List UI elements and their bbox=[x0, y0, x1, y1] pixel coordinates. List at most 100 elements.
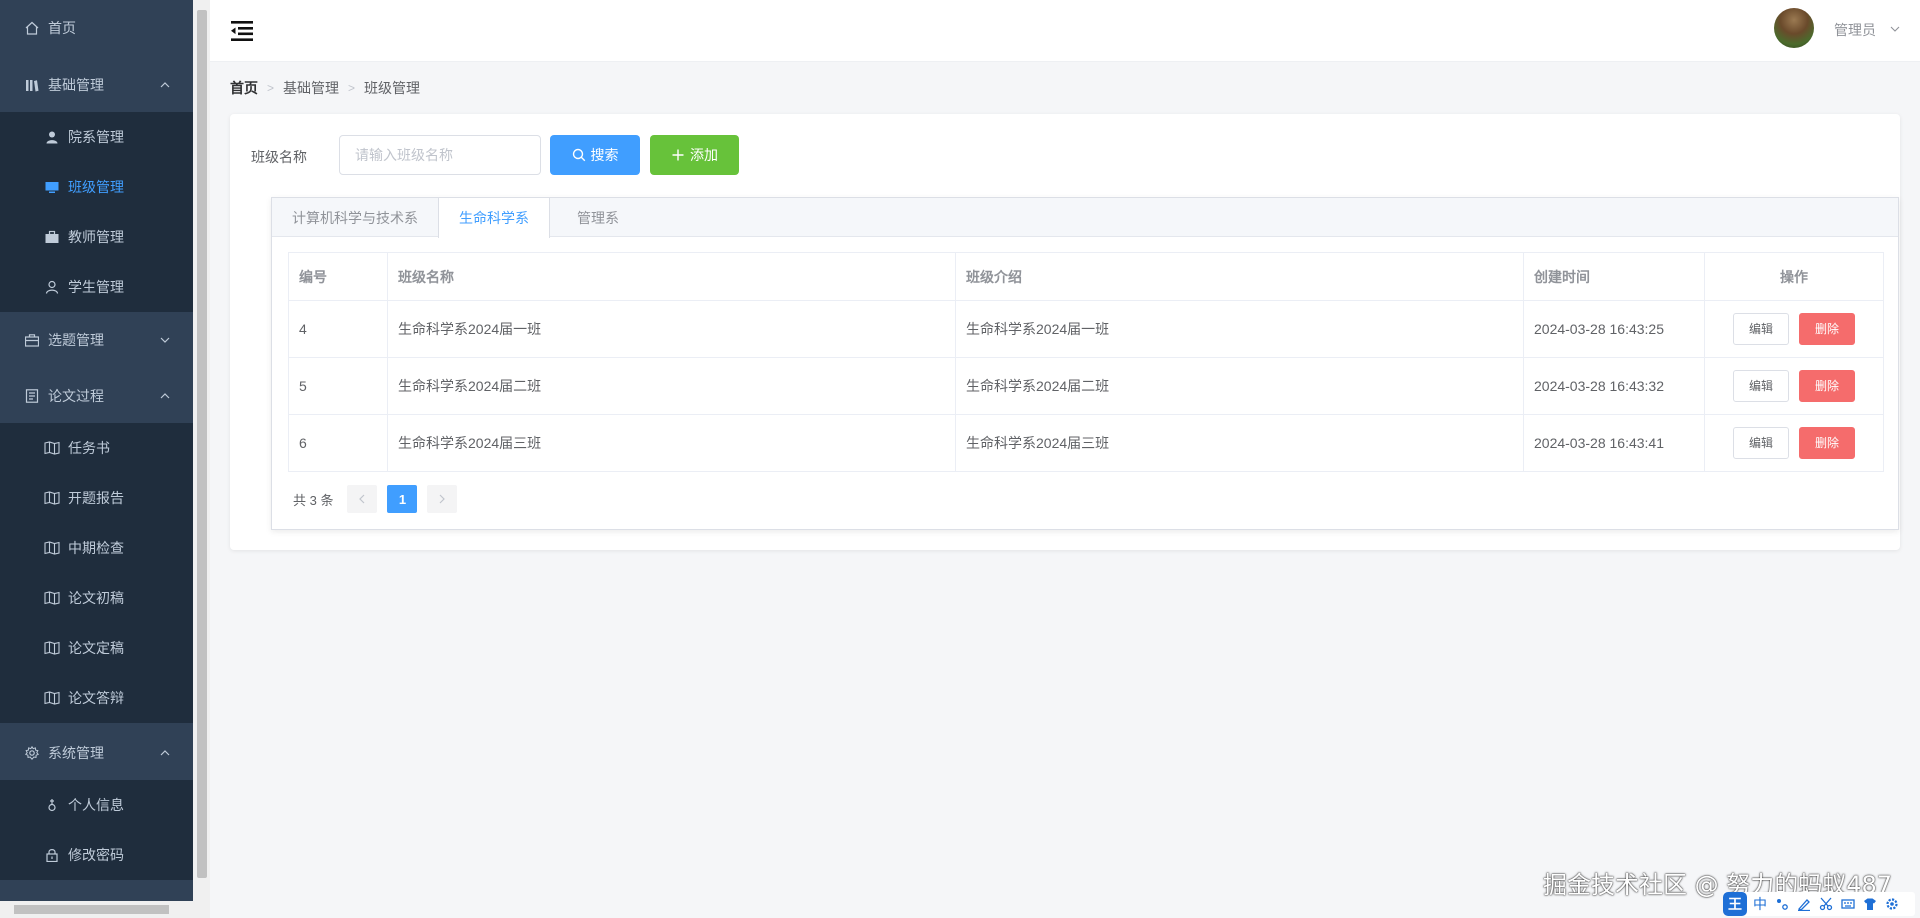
sidebar-item-student[interactable]: 学生管理 bbox=[0, 262, 193, 312]
sidebar-item-label: 系统管理 bbox=[48, 745, 104, 761]
table-row: 4 生命科学系2024届一班 生命科学系2024届一班 2024-03-28 1… bbox=[288, 300, 1884, 358]
ime-skin-icon[interactable] bbox=[1861, 895, 1879, 913]
book-icon bbox=[44, 690, 60, 706]
breadcrumb-item-class: 班级管理 bbox=[364, 80, 421, 96]
menu-fold-icon[interactable] bbox=[229, 19, 255, 43]
search-button[interactable]: 搜索 bbox=[550, 135, 640, 175]
chevron-right-icon bbox=[440, 494, 446, 504]
cell-intro: 生命科学系2024届三班 bbox=[955, 414, 1524, 472]
main-area: 管理员 首页 > 基础管理 > 班级管理 班级名称 搜索 添加 计算机科学与技术… bbox=[210, 0, 1920, 918]
chevron-up-icon bbox=[160, 750, 170, 756]
sidebar-group-basic[interactable]: 基础管理 bbox=[0, 60, 193, 110]
sidebar-item-department[interactable]: 院系管理 bbox=[0, 112, 193, 162]
cell-created: 2024-03-28 16:43:41 bbox=[1523, 414, 1705, 472]
delete-button[interactable]: 删除 bbox=[1799, 370, 1855, 402]
breadcrumb-item-basic: 基础管理 bbox=[283, 80, 340, 96]
chevron-down-icon[interactable] bbox=[1890, 24, 1900, 34]
delete-button[interactable]: 删除 bbox=[1799, 427, 1855, 459]
book-icon bbox=[44, 590, 60, 606]
sidebar-item-label: 首页 bbox=[48, 20, 76, 36]
sidebar-group-system[interactable]: 系统管理 bbox=[0, 728, 193, 778]
sidebar-item-label: 论文初稿 bbox=[68, 590, 124, 606]
edit-button[interactable]: 编辑 bbox=[1733, 427, 1789, 459]
breadcrumb-item-home[interactable]: 首页 bbox=[230, 78, 258, 98]
add-button[interactable]: 添加 bbox=[650, 135, 739, 175]
monitor-icon bbox=[44, 179, 60, 195]
sidebar-item-home[interactable]: 首页 bbox=[0, 3, 193, 53]
cell-name: 生命科学系2024届一班 bbox=[387, 300, 956, 358]
cell-name: 生命科学系2024届二班 bbox=[387, 357, 956, 415]
edit-button[interactable]: 编辑 bbox=[1733, 313, 1789, 345]
sidebar-group-topic[interactable]: 选题管理 bbox=[0, 315, 193, 365]
home-icon bbox=[24, 20, 40, 36]
tab-computer-science[interactable]: 计算机科学与技术系 bbox=[272, 198, 438, 238]
breadcrumb-separator-icon: > bbox=[348, 81, 356, 95]
sidebar-item-first-draft[interactable]: 论文初稿 bbox=[0, 573, 193, 623]
ime-toolbar: 王 中 bbox=[1723, 892, 1915, 916]
prev-page-button[interactable] bbox=[347, 485, 378, 513]
sidebar-item-task-book[interactable]: 任务书 bbox=[0, 423, 193, 473]
sidebar-item-change-password[interactable]: 修改密码 bbox=[0, 830, 193, 880]
department-tabs: 计算机科学与技术系 生命科学系 管理系 编号 班级名称 班级介绍 创建时间 操作 bbox=[271, 197, 1899, 530]
sidebar-item-midterm-check[interactable]: 中期检查 bbox=[0, 523, 193, 573]
ime-scissors-icon[interactable] bbox=[1817, 895, 1835, 913]
tab-management[interactable]: 管理系 bbox=[557, 198, 639, 238]
sidebar-item-defense[interactable]: 论文答辩 bbox=[0, 673, 193, 723]
sidebar: 首页 基础管理 院系管理 班级管理 教师管理 学生管理 选题管理 论文过程 任务… bbox=[0, 0, 193, 918]
book-icon bbox=[44, 490, 60, 506]
scrollbar-thumb[interactable] bbox=[197, 10, 207, 878]
sidebar-item-label: 论文定稿 bbox=[68, 640, 124, 656]
tab-life-science[interactable]: 生命科学系 bbox=[438, 198, 550, 238]
sidebar-item-profile[interactable]: 个人信息 bbox=[0, 780, 193, 830]
ime-keyboard-icon[interactable] bbox=[1839, 895, 1857, 913]
cell-intro: 生命科学系2024届二班 bbox=[955, 357, 1524, 415]
column-header-intro: 班级介绍 bbox=[955, 252, 1524, 301]
ime-settings-icon[interactable] bbox=[1883, 895, 1901, 913]
sidebar-item-label: 任务书 bbox=[68, 440, 110, 456]
cell-created: 2024-03-28 16:43:32 bbox=[1523, 357, 1705, 415]
scrollbar-thumb[interactable] bbox=[14, 905, 169, 914]
ime-mode[interactable]: 中 bbox=[1751, 895, 1769, 913]
user-name[interactable]: 管理员 bbox=[1834, 20, 1876, 40]
sidebar-item-opening-report[interactable]: 开题报告 bbox=[0, 473, 193, 523]
ime-handwrite-icon[interactable] bbox=[1795, 895, 1813, 913]
sidebar-item-final-draft[interactable]: 论文定稿 bbox=[0, 623, 193, 673]
female-icon bbox=[44, 797, 60, 813]
sidebar-item-label: 班级管理 bbox=[68, 179, 124, 195]
briefcase-icon bbox=[44, 229, 60, 245]
class-name-input[interactable] bbox=[339, 135, 541, 175]
edit-button[interactable]: 编辑 bbox=[1733, 370, 1789, 402]
sidebar-item-label: 修改密码 bbox=[68, 847, 124, 863]
table-row: 6 生命科学系2024届三班 生命科学系2024届三班 2024-03-28 1… bbox=[288, 414, 1884, 472]
chevron-up-icon bbox=[160, 82, 170, 88]
next-page-button[interactable] bbox=[427, 485, 458, 513]
sidebar-horizontal-scrollbar[interactable] bbox=[0, 901, 193, 918]
navbar: 管理员 bbox=[210, 0, 1920, 62]
suitcase-icon bbox=[24, 332, 40, 348]
sidebar-group-thesis[interactable]: 论文过程 bbox=[0, 371, 193, 421]
class-name-label: 班级名称 bbox=[251, 149, 307, 165]
cell-id: 4 bbox=[288, 300, 388, 358]
sidebar-vertical-scrollbar[interactable] bbox=[193, 0, 210, 918]
search-button-label: 搜索 bbox=[590, 147, 619, 163]
page-button-1[interactable]: 1 bbox=[387, 485, 418, 513]
cell-intro: 生命科学系2024届一班 bbox=[955, 300, 1524, 358]
table-row: 5 生命科学系2024届二班 生命科学系2024届二班 2024-03-28 1… bbox=[288, 357, 1884, 415]
lock-icon bbox=[44, 847, 60, 863]
sidebar-item-class[interactable]: 班级管理 bbox=[0, 162, 193, 212]
plus-icon bbox=[672, 149, 684, 161]
book-icon bbox=[44, 440, 60, 456]
tab-header: 计算机科学与技术系 生命科学系 管理系 bbox=[272, 198, 1898, 238]
sidebar-item-teacher[interactable]: 教师管理 bbox=[0, 212, 193, 262]
column-header-created: 创建时间 bbox=[1523, 252, 1705, 301]
sidebar-item-label: 中期检查 bbox=[68, 540, 124, 556]
ime-logo[interactable]: 王 bbox=[1723, 892, 1747, 916]
avatar[interactable] bbox=[1774, 8, 1814, 48]
ime-punctuation-icon[interactable] bbox=[1773, 895, 1791, 913]
chevron-left-icon bbox=[359, 494, 365, 504]
sidebar-item-label: 院系管理 bbox=[68, 129, 124, 145]
column-header-name: 班级名称 bbox=[387, 252, 956, 301]
cell-id: 5 bbox=[288, 357, 388, 415]
add-button-label: 添加 bbox=[690, 147, 718, 163]
delete-button[interactable]: 删除 bbox=[1799, 313, 1855, 345]
